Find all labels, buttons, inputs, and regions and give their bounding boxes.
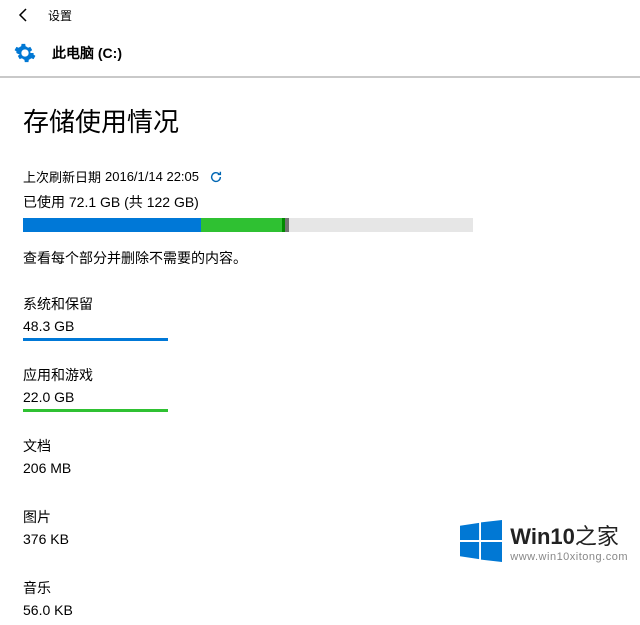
usage-seg-apps [201, 218, 282, 232]
refresh-prefix: 上次刷新日期 [23, 167, 101, 186]
category-bar [23, 480, 168, 483]
category-apps[interactable]: 应用和游戏 22.0 GB [23, 365, 203, 412]
refresh-datetime: 2016/1/14 22:05 [105, 169, 199, 184]
back-button[interactable] [10, 1, 38, 29]
watermark-title: Win10之家 [510, 519, 628, 551]
category-bar [23, 551, 168, 554]
category-size: 56.0 KB [23, 602, 203, 618]
category-bar [23, 409, 168, 412]
usage-seg-system [23, 218, 201, 232]
category-name: 系统和保留 [23, 294, 203, 314]
page-header-title: 此电脑 (C:) [52, 43, 122, 63]
category-bar [23, 338, 168, 341]
category-size: 376 KB [23, 531, 203, 547]
category-music[interactable]: 音乐 56.0 KB [23, 578, 203, 625]
category-name: 音乐 [23, 578, 203, 598]
watermark: Win10之家 www.win10xitong.com [460, 519, 628, 563]
refresh-button[interactable] [209, 170, 223, 184]
category-documents[interactable]: 文档 206 MB [23, 436, 203, 483]
category-size: 48.3 GB [23, 318, 203, 334]
gear-icon [14, 42, 36, 64]
category-name: 应用和游戏 [23, 365, 203, 385]
page-title: 存储使用情况 [23, 102, 617, 139]
usage-progress [23, 218, 473, 232]
topbar-label: 设置 [48, 7, 72, 24]
category-size: 206 MB [23, 460, 203, 476]
category-name: 图片 [23, 507, 203, 527]
category-name: 文档 [23, 436, 203, 456]
description: 查看每个部分并删除不需要的内容。 [23, 248, 617, 268]
header: 此电脑 (C:) [0, 30, 640, 78]
refresh-icon [209, 170, 223, 184]
windows-logo-icon [460, 520, 502, 562]
arrow-left-icon [16, 7, 32, 23]
category-pictures[interactable]: 图片 376 KB [23, 507, 203, 554]
watermark-url: www.win10xitong.com [510, 551, 628, 563]
usage-seg-other [285, 218, 289, 232]
category-system[interactable]: 系统和保留 48.3 GB [23, 294, 203, 341]
usage-text: 已使用 72.1 GB (共 122 GB) [23, 192, 617, 212]
category-size: 22.0 GB [23, 389, 203, 405]
